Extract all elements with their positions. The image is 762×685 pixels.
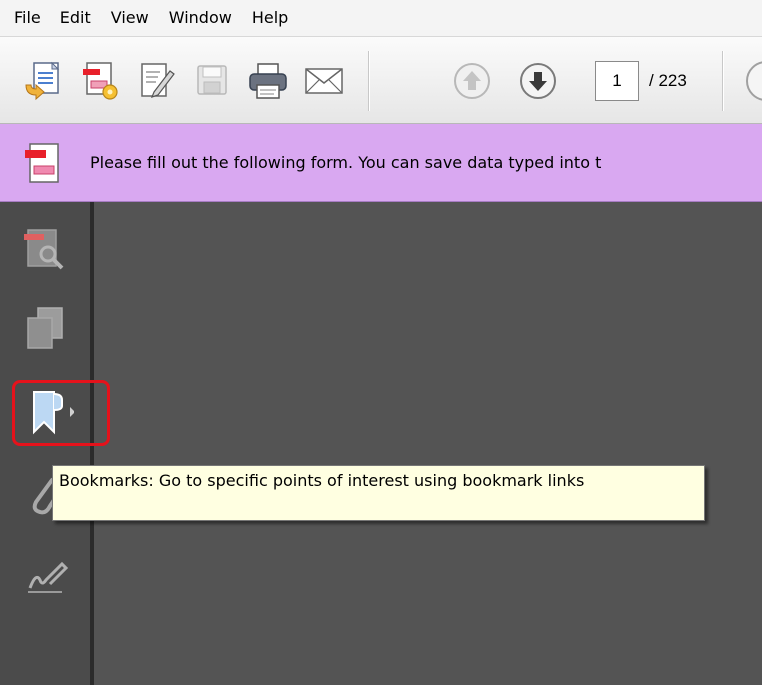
menu-bar: File Edit View Window Help [0, 0, 762, 36]
pages-icon[interactable] [22, 304, 70, 352]
page-thumbnails-icon[interactable] [22, 224, 70, 272]
acrobat-window: File Edit View Window Help 1 / 223 Pleas… [0, 0, 762, 685]
zoom-out-button[interactable] [746, 61, 762, 101]
toolbar-separator [722, 51, 724, 111]
menu-file[interactable]: File [14, 0, 41, 36]
menu-help[interactable]: Help [252, 0, 288, 36]
toolbar: 1 / 223 [0, 36, 762, 124]
email-icon[interactable] [302, 59, 346, 103]
signature-icon[interactable] [22, 554, 70, 602]
toolbar-separator [368, 51, 370, 111]
document-area[interactable] [94, 202, 762, 685]
menu-window[interactable]: Window [169, 0, 232, 36]
form-notification-bar: Please fill out the following form. You … [0, 124, 762, 202]
form-message: Please fill out the following form. You … [90, 153, 602, 172]
form-wizard-icon[interactable] [78, 59, 122, 103]
page-number-input[interactable]: 1 [595, 61, 639, 101]
menu-view[interactable]: View [111, 0, 149, 36]
save-icon[interactable] [190, 59, 234, 103]
page-total: / 223 [649, 71, 687, 90]
page-down-icon[interactable] [518, 61, 558, 101]
highlight-box [12, 380, 110, 446]
create-pdf-icon[interactable] [22, 59, 66, 103]
page-up-icon[interactable] [452, 61, 492, 101]
bookmarks-tooltip: Bookmarks: Go to specific points of inte… [52, 465, 705, 521]
edit-document-icon[interactable] [134, 59, 178, 103]
print-icon[interactable] [246, 59, 290, 103]
menu-edit[interactable]: Edit [60, 0, 91, 36]
form-icon [22, 140, 66, 186]
